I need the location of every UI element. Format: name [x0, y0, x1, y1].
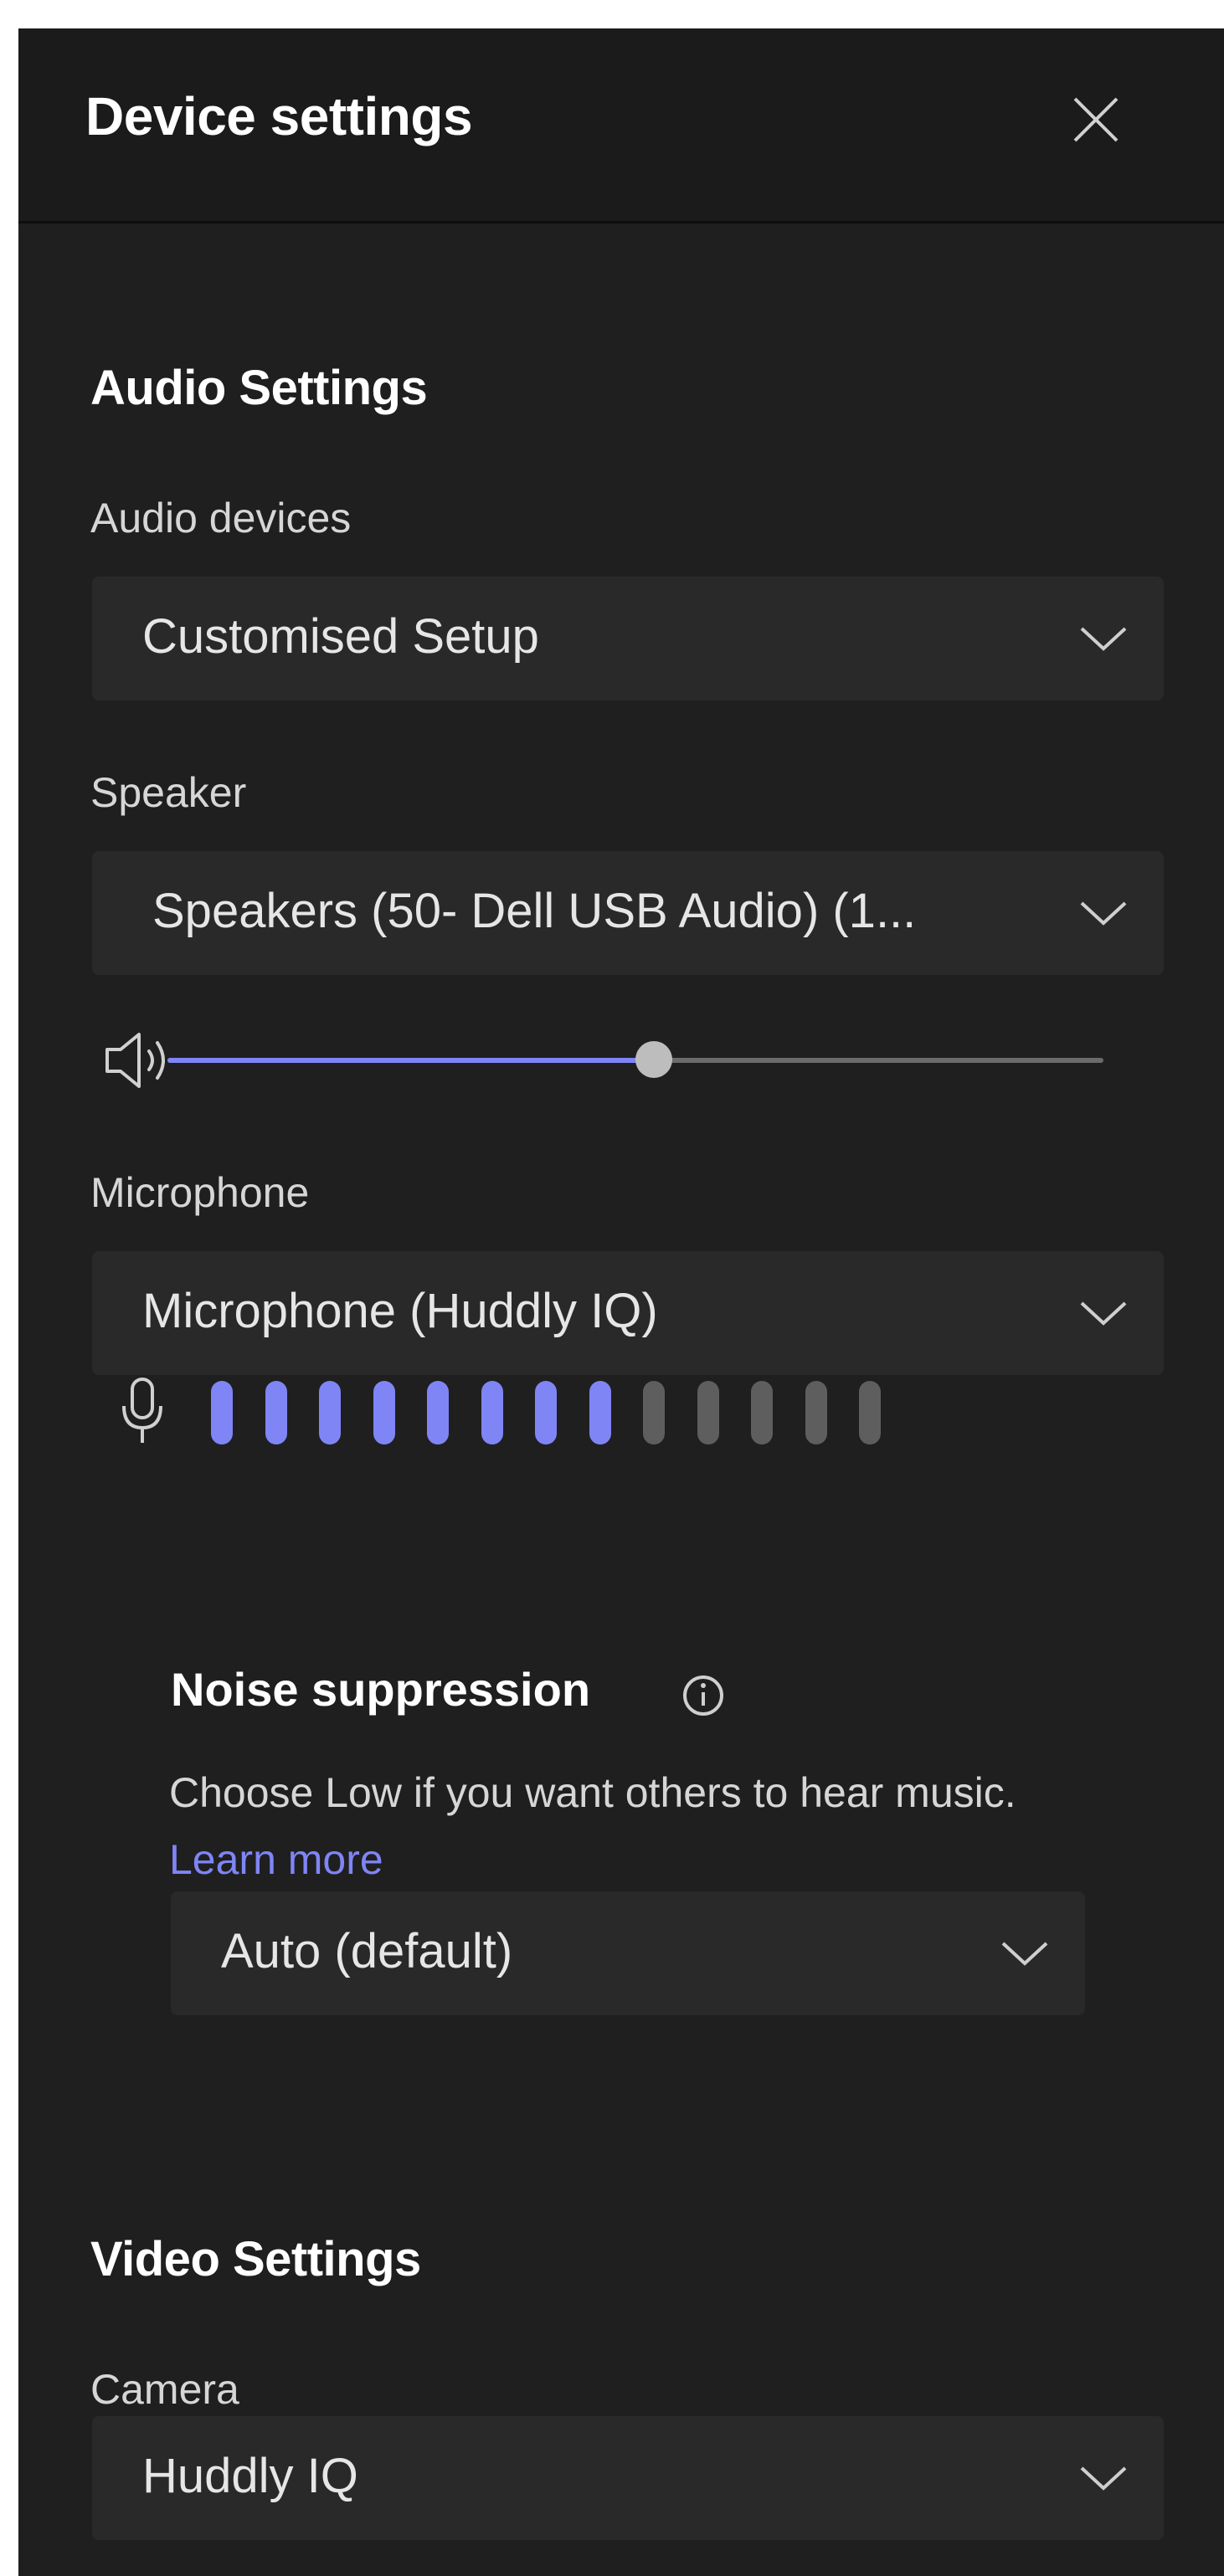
- panel-header: Device settings: [18, 28, 1224, 223]
- mic-level-bar: [319, 1381, 341, 1445]
- noise-suppression-text: Choose Low if you want others to hear mu…: [169, 1769, 1016, 1816]
- mic-level-bar: [481, 1381, 503, 1445]
- chevron-down-icon: [1080, 901, 1127, 926]
- audio-devices-value: Customised Setup: [142, 609, 539, 664]
- video-settings-heading: Video Settings: [90, 2232, 421, 2286]
- speaker-label: Speaker: [90, 769, 247, 816]
- chevron-down-icon: [1080, 1301, 1127, 1326]
- mic-level-bar: [859, 1381, 881, 1445]
- microphone-dropdown[interactable]: Microphone (Huddly IQ): [92, 1251, 1164, 1375]
- mic-level-bar: [805, 1381, 827, 1445]
- mic-level-bar: [535, 1381, 557, 1445]
- speaker-volume-fill: [167, 1058, 655, 1063]
- microphone-icon: [122, 1378, 162, 1443]
- speaker-value: Speakers (50- Dell USB Audio) (1...: [152, 884, 917, 938]
- panel-title: Device settings: [85, 86, 473, 146]
- mic-level-bar: [373, 1381, 395, 1445]
- chevron-down-icon: [1080, 627, 1127, 651]
- learn-more-link[interactable]: Learn more: [169, 1836, 383, 1883]
- speaker-volume-thumb[interactable]: [635, 1041, 673, 1078]
- mic-level-bar: [589, 1381, 611, 1445]
- close-icon: [1073, 97, 1119, 142]
- close-button[interactable]: [1065, 89, 1127, 151]
- chevron-down-icon: [1080, 2466, 1127, 2491]
- mic-level-bar: [697, 1381, 719, 1445]
- noise-suppression-value: Auto (default): [221, 1924, 513, 1978]
- device-settings-panel: Device settings Audio Settings Audio dev…: [18, 28, 1224, 2576]
- noise-suppression-description: Choose Low if you want others to hear mu…: [169, 1759, 1090, 1893]
- audio-devices-label: Audio devices: [90, 495, 352, 541]
- chevron-down-icon: [1001, 1942, 1048, 1966]
- mic-level-bar: [211, 1381, 233, 1445]
- camera-dropdown[interactable]: Huddly IQ: [92, 2416, 1164, 2540]
- camera-value: Huddly IQ: [142, 2449, 358, 2503]
- mic-level-bar: [265, 1381, 287, 1445]
- speaker-dropdown[interactable]: Speakers (50- Dell USB Audio) (1...: [92, 851, 1164, 975]
- noise-suppression-heading: Noise suppression: [171, 1663, 591, 1716]
- mic-level-bar: [751, 1381, 773, 1445]
- camera-label: Camera: [90, 2366, 239, 2413]
- noise-suppression-dropdown[interactable]: Auto (default): [171, 1891, 1085, 2015]
- mic-level-bar: [427, 1381, 449, 1445]
- microphone-value: Microphone (Huddly IQ): [142, 1284, 658, 1338]
- mic-level-bar: [643, 1381, 665, 1445]
- info-icon[interactable]: [680, 1672, 727, 1719]
- speaker-icon: [105, 1033, 165, 1088]
- audio-devices-dropdown[interactable]: Customised Setup: [92, 577, 1164, 700]
- audio-settings-heading: Audio Settings: [90, 361, 428, 415]
- microphone-label: Microphone: [90, 1169, 310, 1216]
